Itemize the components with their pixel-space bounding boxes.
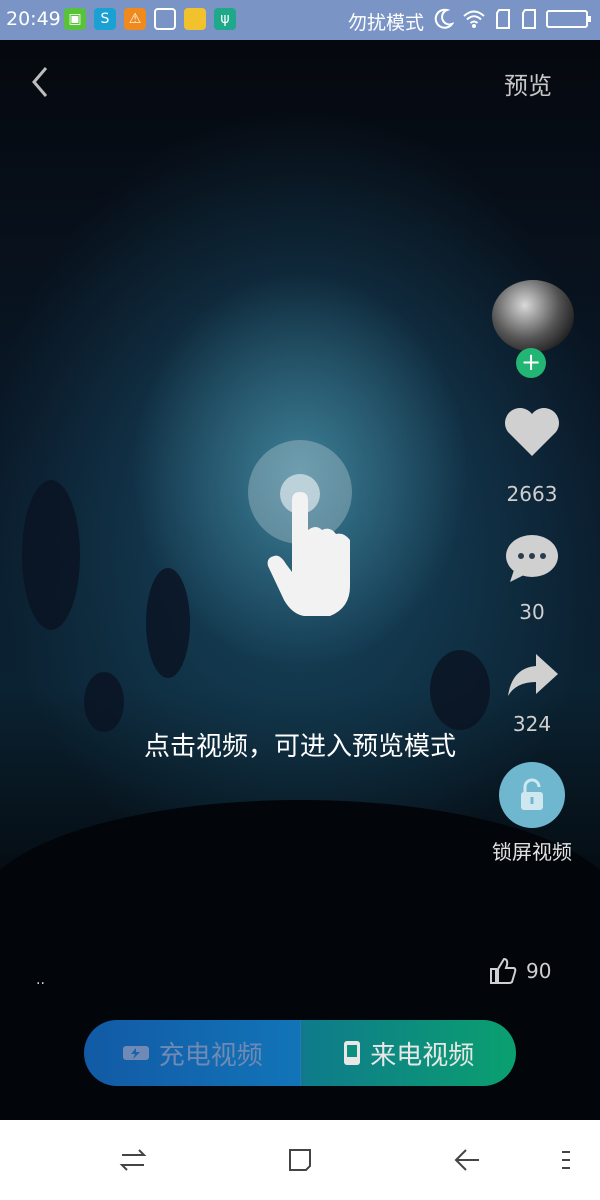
battery-charge-icon: [122, 1046, 149, 1060]
system-nav-bar: [0, 1120, 600, 1200]
share-arrow-icon: [508, 654, 558, 696]
floating-rock: [22, 480, 80, 630]
heart-icon: [505, 408, 559, 456]
creator-avatar[interactable]: [492, 280, 574, 352]
share-button[interactable]: 324: [480, 652, 584, 736]
comment-button[interactable]: 30: [480, 532, 584, 624]
incoming-video-label: 来电视频: [370, 1040, 475, 1071]
hand-pointer-icon: [267, 474, 350, 616]
recent-apps-icon[interactable]: [118, 1146, 148, 1174]
battery-icon: [546, 10, 591, 28]
usb-icon: ψ: [214, 8, 236, 30]
tab-incoming-call-video[interactable]: 来电视频: [300, 1020, 516, 1086]
like-button[interactable]: 2663: [480, 406, 584, 506]
video-type-toggle: 充电视频 来电视频: [84, 1020, 516, 1086]
preview-button[interactable]: 预览: [504, 66, 552, 101]
more-dots: ..: [36, 972, 45, 988]
status-bar: 20:49 ▣ S ⚠ ψ 勿扰模式: [0, 0, 600, 40]
sim1-icon: [496, 9, 510, 29]
system-icons: [434, 8, 592, 30]
thumbs-up-icon: [490, 957, 517, 984]
floating-rock: [84, 672, 124, 732]
status-time: 20:49: [6, 8, 61, 30]
like-count: 2663: [506, 482, 558, 506]
android-icon: ▣: [64, 8, 86, 30]
lock-icon: [499, 762, 565, 828]
thumbs-up-count: 90: [526, 959, 552, 983]
floating-rock: [146, 568, 190, 678]
follow-plus-icon[interactable]: +: [516, 348, 546, 378]
tab-charging-video[interactable]: 充电视频: [84, 1020, 301, 1086]
moon-icon: [434, 8, 454, 29]
back-nav-icon[interactable]: [452, 1146, 482, 1174]
comment-count: 30: [519, 600, 545, 624]
folder-icon: [184, 8, 206, 30]
warning-icon: ⚠: [124, 8, 146, 30]
clean-icon: [154, 8, 176, 30]
app-s-icon: S: [94, 8, 116, 30]
wifi-icon: [463, 10, 485, 28]
dnd-mode-label: 勿扰模式: [348, 12, 425, 34]
notification-icons: ▣ S ⚠ ψ: [64, 8, 236, 30]
menu-icon[interactable]: [560, 1146, 572, 1174]
tap-hint-text: 点击视频，可进入预览模式: [143, 732, 456, 762]
sim2-icon: [522, 9, 536, 29]
comment-icon: [506, 535, 558, 582]
lock-screen-video-label: 锁屏视频: [492, 840, 572, 864]
home-icon[interactable]: [286, 1146, 314, 1174]
back-button[interactable]: [24, 62, 60, 102]
charging-video-label: 充电视频: [158, 1040, 263, 1071]
lock-screen-video-button[interactable]: 锁屏视频: [480, 762, 584, 865]
thumbs-up-button[interactable]: 90: [488, 956, 551, 986]
phone-icon: [344, 1041, 361, 1065]
